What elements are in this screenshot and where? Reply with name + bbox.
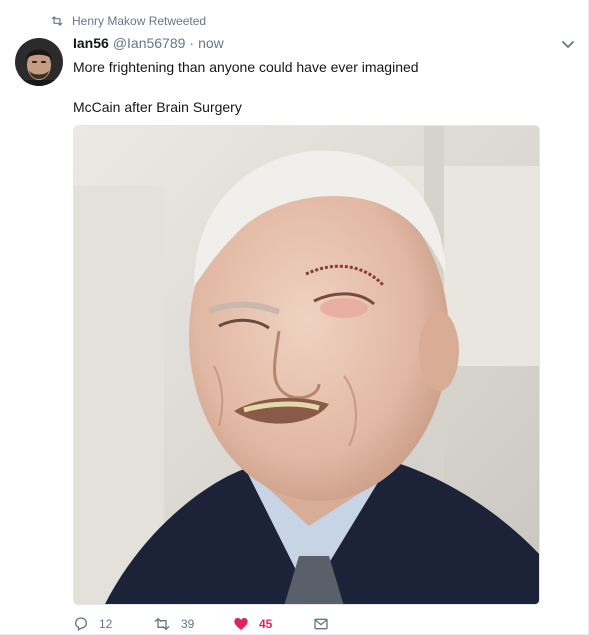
tweet-text-line: McCain after Brain Surgery bbox=[73, 99, 242, 115]
tweet-text: More frightening than anyone could have … bbox=[73, 57, 553, 117]
heart-icon bbox=[234, 618, 248, 630]
tweet-photo[interactable] bbox=[73, 125, 540, 605]
separator-dot: · bbox=[189, 35, 195, 51]
retweet-count: 39 bbox=[181, 617, 195, 631]
retweet-icon bbox=[154, 618, 170, 630]
like-count: 45 bbox=[259, 617, 273, 631]
author-display-name[interactable]: Ian56 bbox=[73, 35, 109, 51]
tweet-timestamp[interactable]: now bbox=[198, 35, 224, 51]
tweet-header: Ian56 @Ian56789 · now bbox=[73, 35, 568, 55]
reply-icon bbox=[75, 617, 87, 631]
like-button[interactable]: 45 bbox=[233, 616, 313, 632]
reply-count: 12 bbox=[99, 617, 113, 631]
photo bbox=[74, 126, 539, 604]
author-handle[interactable]: @Ian56789 bbox=[113, 35, 186, 51]
retweet-button[interactable]: 39 bbox=[153, 616, 233, 632]
retweet-icon bbox=[51, 16, 63, 26]
avatar-photo bbox=[15, 38, 63, 86]
retweet-context-text[interactable]: Henry Makow Retweeted bbox=[72, 14, 206, 28]
reply-button[interactable]: 12 bbox=[73, 616, 153, 632]
chevron-down-icon[interactable] bbox=[560, 36, 576, 52]
retweet-context: Henry Makow Retweeted bbox=[50, 12, 206, 30]
tweet-card[interactable]: Henry Makow Retweeted Ian56 @Ian56789 · … bbox=[0, 0, 589, 635]
tweet-actions: 12 39 45 bbox=[73, 614, 343, 634]
avatar[interactable] bbox=[15, 38, 63, 86]
envelope-icon bbox=[314, 618, 328, 630]
direct-message-button[interactable] bbox=[313, 616, 343, 632]
tweet-text-line: More frightening than anyone could have … bbox=[73, 59, 419, 75]
